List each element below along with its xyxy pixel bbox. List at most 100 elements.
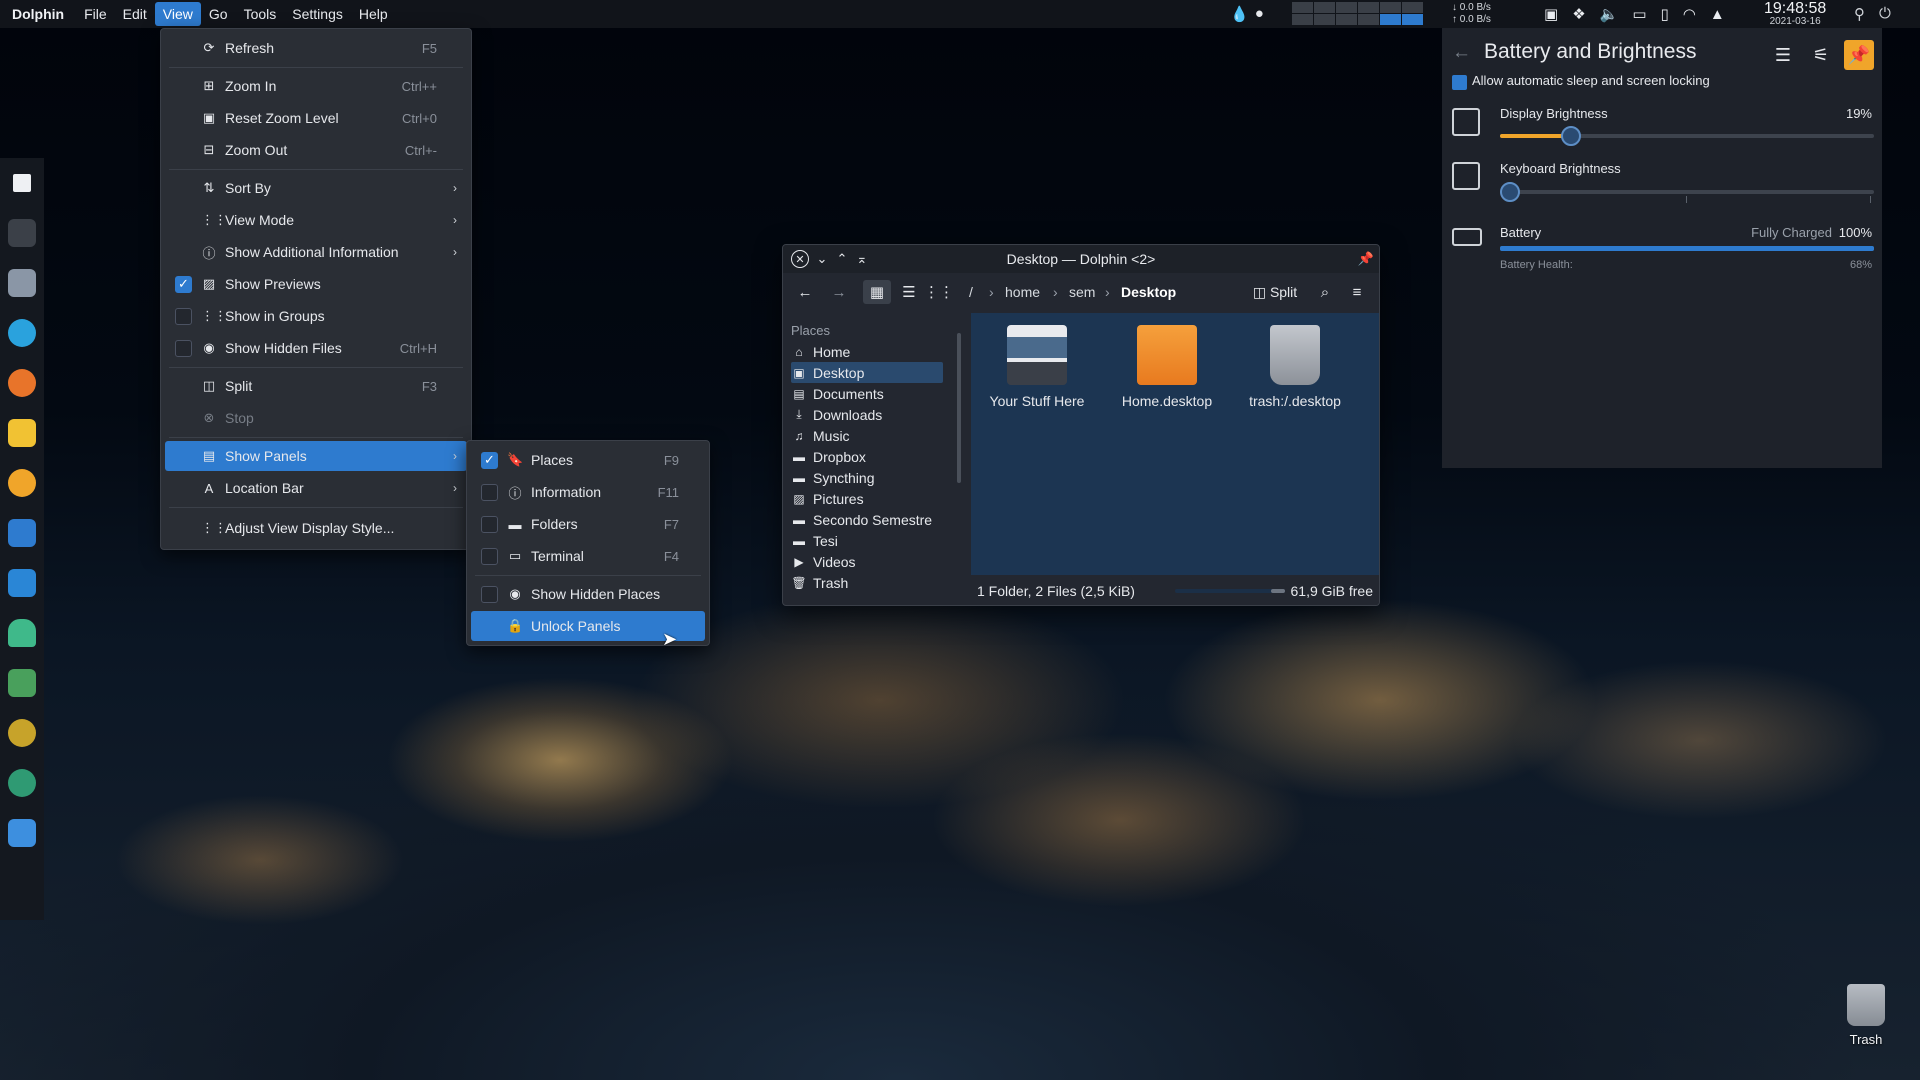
kdeconnect-icon[interactable]: ▣ — [1544, 5, 1558, 23]
place-secondo-semestre[interactable]: ▬ Secondo Semestre — [791, 509, 943, 530]
desktop-cell[interactable] — [1336, 2, 1357, 13]
menu-item-show-panels[interactable]: ▤ Show Panels › — [165, 441, 467, 471]
dock-item[interactable] — [0, 808, 44, 858]
menu-item-show-in-groups[interactable]: ⋮⋮ Show in Groups — [165, 301, 467, 331]
file-item[interactable]: Your Stuff Here — [977, 325, 1097, 409]
place-pictures[interactable]: ▨ Pictures — [791, 488, 943, 509]
dock-item[interactable] — [0, 158, 44, 208]
place-music[interactable]: ♫ Music — [791, 425, 943, 446]
system-monitor-icon[interactable] — [8, 569, 36, 597]
desktop-cell[interactable] — [1314, 2, 1335, 13]
icons-view-icon[interactable]: ▦ — [863, 280, 891, 304]
show-previews-checkbox[interactable] — [175, 275, 192, 293]
breadcrumb-home[interactable]: home — [1005, 284, 1040, 300]
drop-icon[interactable]: 💧 — [1230, 5, 1249, 23]
menu-item-reset-zoom[interactable]: ▣ Reset Zoom Level Ctrl+0 — [165, 103, 467, 133]
dock-item[interactable] — [0, 608, 44, 658]
folder-green-icon[interactable] — [8, 669, 36, 697]
breadcrumb-root[interactable]: / — [969, 284, 973, 300]
compact-view-icon[interactable]: ⋮⋮ — [924, 280, 954, 304]
settings-sliders-icon[interactable]: ⚟ — [1806, 40, 1836, 70]
show-in-groups-checkbox[interactable] — [175, 307, 192, 325]
show-hidden-files-checkbox[interactable] — [175, 339, 192, 357]
place-downloads[interactable]: ⤓ Downloads — [791, 404, 943, 425]
file-item[interactable]: Home.desktop — [1107, 325, 1227, 409]
menu-item-show-previews[interactable]: ▨ Show Previews — [165, 269, 467, 299]
desktop-cell[interactable] — [1292, 2, 1313, 13]
color-scheme-toggle[interactable]: 💧 ● — [1230, 5, 1264, 23]
desktop-cell[interactable] — [1402, 2, 1423, 13]
dock-item[interactable] — [0, 508, 44, 558]
back-icon[interactable]: ← — [793, 280, 817, 304]
menu-help[interactable]: Help — [351, 2, 396, 26]
folders-checkbox[interactable] — [481, 515, 498, 533]
place-desktop[interactable]: ▣ Desktop — [791, 362, 943, 383]
details-view-icon[interactable]: ☰ — [897, 280, 921, 304]
menu-view[interactable]: View — [154, 2, 201, 26]
show-hidden-places-checkbox[interactable] — [481, 585, 498, 603]
menu-item-sort-by[interactable]: ⇅ Sort By › — [165, 173, 467, 203]
terminal-icon[interactable] — [8, 219, 36, 247]
dock-item[interactable] — [0, 408, 44, 458]
slider-handle[interactable] — [1561, 126, 1582, 146]
breadcrumb-sem[interactable]: sem — [1069, 284, 1095, 300]
places-scrollbar[interactable] — [957, 333, 961, 483]
hamburger-menu-icon[interactable]: ≡ — [1345, 280, 1369, 304]
place-documents[interactable]: ▤ Documents — [791, 383, 943, 404]
volume-icon[interactable]: 🔈 — [1600, 5, 1619, 23]
menu-item-additional-info[interactable]: ⓘ Show Additional Information › — [165, 237, 467, 267]
battery-icon[interactable]: ▭ — [1632, 5, 1646, 23]
ghost-app-icon[interactable] — [8, 619, 36, 647]
dock-item[interactable] — [0, 208, 44, 258]
menu-item-adjust-view-style[interactable]: ⋮⋮ Adjust View Display Style... — [165, 513, 467, 543]
place-dropbox[interactable]: ▬ Dropbox — [791, 446, 943, 467]
place-videos[interactable]: ▶ Videos — [791, 551, 943, 572]
terminal-checkbox[interactable] — [481, 547, 498, 565]
dolphin-app-icon[interactable] — [8, 819, 36, 847]
menu-item-location-bar[interactable]: A Location Bar › — [165, 473, 467, 503]
dock-item[interactable] — [0, 558, 44, 608]
kde-connect-icon[interactable] — [8, 769, 36, 797]
telegram-icon[interactable] — [8, 319, 36, 347]
menu-file[interactable]: File — [76, 2, 115, 26]
forward-icon[interactable]: → — [827, 280, 851, 304]
menu-edit[interactable]: Edit — [115, 2, 155, 26]
desktop-cell-current[interactable] — [1402, 14, 1423, 25]
place-syncthing[interactable]: ▬ Syncthing — [791, 467, 943, 488]
night-color-icon[interactable] — [8, 469, 36, 497]
window-titlebar[interactable]: ✕ ⌄ ⌃ ⌅ Desktop — Dolphin <2> 📌 — [783, 245, 1379, 273]
desktop-cell[interactable] — [1336, 14, 1357, 25]
tray-expand-icon[interactable]: ▲ — [1710, 6, 1725, 23]
music-player-icon[interactable] — [8, 719, 36, 747]
activities-icon[interactable] — [13, 174, 31, 192]
location-pin-icon[interactable]: ⚲ — [1854, 5, 1865, 23]
menu-item-refresh[interactable]: ⟳ Refresh F5 — [165, 33, 467, 63]
submenu-item-terminal[interactable]: ▭ Terminal F4 — [471, 541, 705, 571]
dock-item[interactable] — [0, 458, 44, 508]
menu-item-zoom-in[interactable]: ⊞ Zoom In Ctrl++ — [165, 71, 467, 101]
file-item[interactable]: trash:/.desktop — [1235, 325, 1355, 409]
desktop-cell[interactable] — [1358, 2, 1379, 13]
dock-item[interactable] — [0, 308, 44, 358]
menu-go[interactable]: Go — [201, 2, 236, 26]
split-button[interactable]: ◫ Split — [1247, 280, 1303, 304]
slider-handle[interactable] — [1500, 182, 1520, 202]
submenu-item-places[interactable]: 🔖 Places F9 — [471, 445, 705, 475]
places-checkbox[interactable] — [481, 451, 498, 469]
file-view[interactable]: Your Stuff Here Home.desktop trash:/.des… — [971, 313, 1379, 575]
menu-tools[interactable]: Tools — [236, 2, 285, 26]
digital-clock[interactable]: 19:48:58 2021-03-16 — [1764, 0, 1826, 27]
desktop-cell-current[interactable] — [1380, 14, 1401, 25]
dock-item[interactable] — [0, 658, 44, 708]
wifi-icon[interactable]: ◠ — [1683, 5, 1696, 23]
desktop-cell[interactable] — [1314, 14, 1335, 25]
place-trash[interactable]: 🗑 Trash — [791, 572, 943, 593]
dock-item[interactable] — [0, 708, 44, 758]
dropbox-icon[interactable]: ❖ — [1572, 5, 1585, 23]
desktop-trash[interactable]: Trash — [1836, 984, 1896, 1047]
place-home[interactable]: ⌂ Home — [791, 341, 943, 362]
back-arrow-icon[interactable]: ← — [1452, 42, 1471, 64]
pin-icon[interactable]: 📌 — [1844, 40, 1874, 70]
desktop-cell[interactable] — [1380, 2, 1401, 13]
dock-item[interactable] — [0, 358, 44, 408]
